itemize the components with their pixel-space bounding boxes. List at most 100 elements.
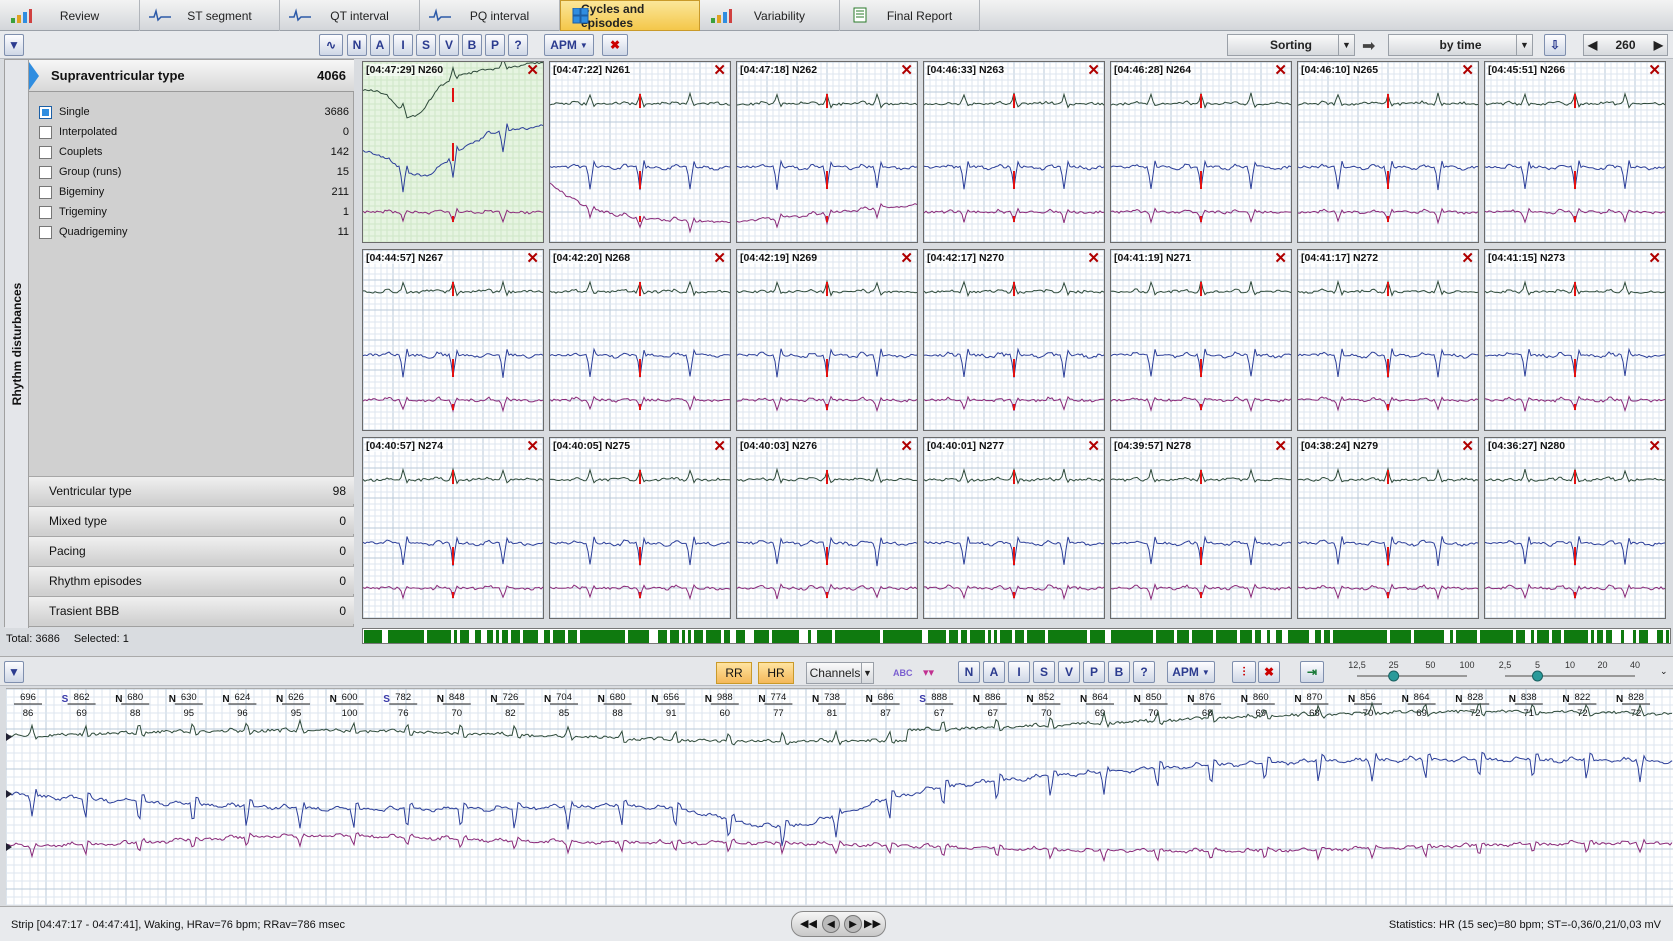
abc-label[interactable]: ABC xyxy=(893,668,913,678)
subtype-checkbox[interactable] xyxy=(39,165,52,179)
ecg-view-icon[interactable]: ∿ xyxy=(319,34,343,56)
slider-thumb[interactable] xyxy=(1532,670,1543,682)
close-icon[interactable]: ✕ xyxy=(526,439,539,454)
rewind-icon[interactable]: ◀◀ xyxy=(800,917,817,930)
play-back-icon[interactable]: ◀ xyxy=(822,915,840,933)
class-v-button[interactable]: V xyxy=(439,34,459,56)
close-icon[interactable]: ✕ xyxy=(1087,63,1100,78)
group-mixed-type[interactable]: Mixed type 0 xyxy=(29,506,354,534)
close-icon[interactable]: ✕ xyxy=(1274,251,1287,266)
channels-dropdown[interactable]: Channels ▼ xyxy=(806,662,874,684)
cycle-cell[interactable]: [04:41:19] N271 ✕ xyxy=(1110,249,1292,431)
color-marker-icon[interactable]: ▾▾ xyxy=(923,666,934,679)
prev-page-icon[interactable]: ◀ xyxy=(1588,38,1597,52)
sorting-dropdown[interactable]: Sorting ▼ xyxy=(1227,34,1355,56)
class-n-button[interactable]: N xyxy=(347,34,367,56)
group-pacing[interactable]: Pacing 0 xyxy=(29,536,354,564)
class-b-button[interactable]: B xyxy=(462,34,482,56)
cycle-cell[interactable]: [04:36:27] N280 ✕ xyxy=(1484,437,1666,619)
strip-apm-button[interactable]: APM ▼ xyxy=(1167,661,1215,683)
subtype-row[interactable]: Interpolated 0 xyxy=(39,123,349,141)
class-p-button[interactable]: P xyxy=(1083,661,1105,683)
cycle-cell[interactable]: [04:47:22] N261 ✕ xyxy=(549,61,731,243)
class-a-button[interactable]: A xyxy=(370,34,390,56)
cycle-cell[interactable]: [04:46:10] N265 ✕ xyxy=(1297,61,1479,243)
sort-direction-icon[interactable]: ⇩ xyxy=(1544,34,1566,56)
gain-slider[interactable]: 2,5 5 10 20 40 xyxy=(1495,659,1645,685)
subtype-row[interactable]: Group (runs) 15 xyxy=(39,163,349,181)
cycle-cell[interactable]: [04:46:33] N263 ✕ xyxy=(923,61,1105,243)
close-icon[interactable]: ✕ xyxy=(1274,63,1287,78)
slider-thumb[interactable] xyxy=(1388,670,1400,682)
group-ventricular-type[interactable]: Ventricular type 98 xyxy=(29,476,354,504)
group-rhythm-episodes[interactable]: Rhythm episodes 0 xyxy=(29,566,354,594)
collapse-panel-button[interactable]: ▼ xyxy=(4,34,24,56)
subtype-checkbox[interactable] xyxy=(39,205,52,219)
cycle-cell[interactable]: [04:44:57] N267 ✕ xyxy=(362,249,544,431)
close-icon[interactable]: ✕ xyxy=(1461,439,1474,454)
tab-qt-interval[interactable]: QT interval xyxy=(280,0,420,31)
subtype-checkbox[interactable] xyxy=(39,145,52,159)
rr-button[interactable]: RR xyxy=(716,662,752,684)
subtype-row[interactable]: Trigeminy 1 xyxy=(39,203,349,221)
class-unknown-button[interactable]: ? xyxy=(508,34,528,56)
overview-bar[interactable] xyxy=(362,628,1671,644)
class-b-button[interactable]: B xyxy=(1108,661,1130,683)
close-icon[interactable]: ✕ xyxy=(526,251,539,266)
delete-cycles-icon[interactable]: ✖ xyxy=(602,34,628,56)
tab-variability[interactable]: Variability xyxy=(700,0,840,31)
close-icon[interactable]: ✕ xyxy=(900,439,913,454)
subtype-row[interactable]: Quadrigeminy 11 xyxy=(39,223,349,241)
cycle-cell[interactable]: [04:41:17] N272 ✕ xyxy=(1297,249,1479,431)
close-icon[interactable]: ✕ xyxy=(526,63,539,78)
cycle-cell[interactable]: [04:42:20] N268 ✕ xyxy=(549,249,731,431)
page-number[interactable]: 260 xyxy=(1615,38,1635,52)
cycle-cell[interactable]: [04:45:51] N266 ✕ xyxy=(1484,61,1666,243)
close-icon[interactable]: ✕ xyxy=(1087,251,1100,266)
subtype-checkbox[interactable] xyxy=(39,185,52,199)
close-icon[interactable]: ✕ xyxy=(713,439,726,454)
export-strip-icon[interactable]: ⇥ xyxy=(1300,661,1324,683)
class-n-button[interactable]: N xyxy=(958,661,980,683)
close-icon[interactable]: ✕ xyxy=(1648,63,1661,78)
tab-cycles-and-episodes[interactable]: Cycles and episodes xyxy=(560,0,700,31)
sort-by-dropdown[interactable]: by time ▼ xyxy=(1388,34,1533,56)
cycle-cell[interactable]: [04:40:05] N275 ✕ xyxy=(549,437,731,619)
collapse-strip-button[interactable]: ▼ xyxy=(4,661,24,683)
cycle-cell[interactable]: [04:42:19] N269 ✕ xyxy=(736,249,918,431)
tab-final-report[interactable]: Final Report xyxy=(840,0,980,31)
class-i-button[interactable]: I xyxy=(393,34,413,56)
close-icon[interactable]: ✕ xyxy=(713,251,726,266)
class-s-button[interactable]: S xyxy=(416,34,436,56)
cycle-cell[interactable]: [04:42:17] N270 ✕ xyxy=(923,249,1105,431)
class-a-button[interactable]: A xyxy=(983,661,1005,683)
fast-forward-icon[interactable]: ▶▶ xyxy=(864,917,881,930)
close-icon[interactable]: ✕ xyxy=(900,63,913,78)
play-icon[interactable]: ▶ xyxy=(844,915,862,933)
cycle-cell[interactable]: [04:38:24] N279 ✕ xyxy=(1297,437,1479,619)
speed-slider[interactable]: 12,5 25 50 100 xyxy=(1347,659,1477,685)
cycle-cell[interactable]: [04:40:01] N277 ✕ xyxy=(923,437,1105,619)
class-i-button[interactable]: I xyxy=(1008,661,1030,683)
supraventricular-header[interactable]: Supraventricular type 4066 xyxy=(29,60,354,92)
subtype-checkbox[interactable] xyxy=(39,125,52,139)
hr-button[interactable]: HR xyxy=(758,662,794,684)
close-icon[interactable]: ✕ xyxy=(1274,439,1287,454)
subtype-row[interactable]: Single 3686 xyxy=(39,103,349,121)
cycle-cell[interactable]: [04:41:15] N273 ✕ xyxy=(1484,249,1666,431)
class-p-button[interactable]: P xyxy=(485,34,505,56)
group-trasient-bbb[interactable]: Trasient BBB 0 xyxy=(29,596,354,624)
vertical-tab[interactable]: Rhythm disturbances xyxy=(5,60,29,628)
more-options-icon[interactable]: ⌄ xyxy=(1660,666,1668,677)
close-icon[interactable]: ✕ xyxy=(1087,439,1100,454)
subtype-checkbox[interactable] xyxy=(39,105,52,119)
subtype-row[interactable]: Couplets 142 xyxy=(39,143,349,161)
subtype-row[interactable]: Bigeminy 211 xyxy=(39,183,349,201)
subtype-checkbox[interactable] xyxy=(39,225,52,239)
cycle-cell[interactable]: [04:40:57] N274 ✕ xyxy=(362,437,544,619)
apm-button[interactable]: APM ▼ xyxy=(544,34,594,56)
tab-st-segment[interactable]: ST segment xyxy=(140,0,280,31)
class-s-button[interactable]: S xyxy=(1033,661,1055,683)
next-page-icon[interactable]: ▶ xyxy=(1654,38,1663,52)
class-v-button[interactable]: V xyxy=(1058,661,1080,683)
